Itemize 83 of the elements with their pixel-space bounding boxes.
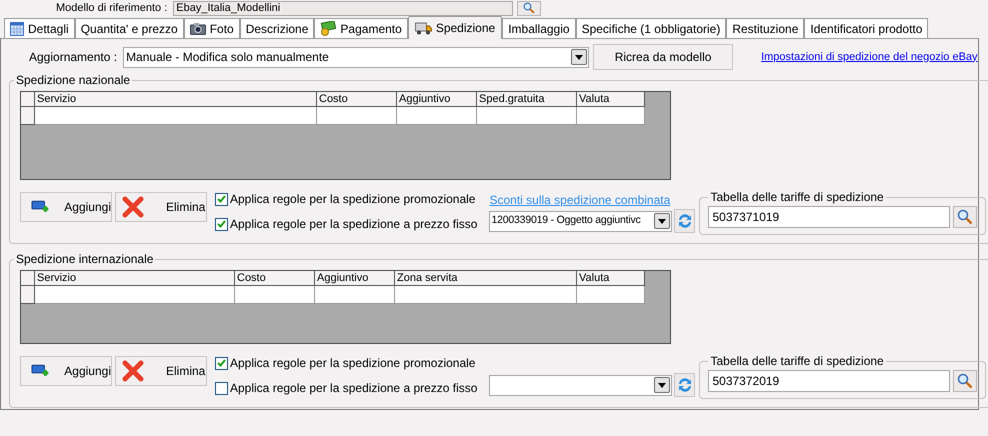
reference-model-field: Ebay_Italia_Modellini xyxy=(173,0,514,16)
cross-icon xyxy=(122,360,144,382)
table-cell[interactable] xyxy=(577,107,645,125)
table-cell[interactable] xyxy=(35,107,317,125)
tariff-field[interactable]: 5037372019 xyxy=(708,370,950,392)
dropdown-field[interactable] xyxy=(489,374,672,396)
tab[interactable]: Spedizione xyxy=(408,16,502,39)
tab[interactable]: Descrizione xyxy=(240,18,314,38)
tab[interactable]: Restituzione xyxy=(726,18,804,38)
tab[interactable]: Specifiche (1 obbligatorie) xyxy=(576,18,726,38)
tab[interactable]: Quantita' e prezzo xyxy=(74,18,184,38)
dropdown-button[interactable] xyxy=(571,49,588,65)
table-cell[interactable] xyxy=(317,107,397,125)
search-icon xyxy=(523,2,536,14)
checkbox-label: Applica regole per la spedizione promozionale xyxy=(230,191,476,208)
column-header[interactable]: Valuta xyxy=(577,92,645,107)
caret-icon xyxy=(658,382,666,388)
tab[interactable]: Foto xyxy=(184,18,240,38)
column-header[interactable]: Sped.gratuita xyxy=(477,92,577,107)
field-label: Aggiornamento : xyxy=(29,49,118,66)
group-title: Spedizione nazionale xyxy=(15,72,132,89)
table-cell[interactable] xyxy=(235,286,315,304)
checkbox[interactable] xyxy=(215,218,228,230)
table-cell[interactable] xyxy=(577,286,645,304)
camera-icon xyxy=(190,22,206,35)
search-button[interactable] xyxy=(953,206,978,228)
table-cell[interactable] xyxy=(395,286,577,304)
column-header[interactable]: Servizio xyxy=(35,92,317,107)
tab[interactable]: Dettagli xyxy=(4,18,75,38)
checkbox-label: Applica regole per la spedizione a prezzo fisso xyxy=(230,216,478,233)
group-title: Tabella delle tariffe di spedizione xyxy=(709,353,885,370)
check-icon xyxy=(217,195,226,203)
caret-icon xyxy=(658,218,666,224)
group-title: Spedizione internazionale xyxy=(15,251,154,268)
add-icon xyxy=(31,363,50,379)
add-icon xyxy=(31,199,50,215)
tariff-field[interactable]: 5037371019 xyxy=(708,206,950,228)
column-header[interactable]: Valuta xyxy=(577,271,645,286)
dropdown-button[interactable] xyxy=(654,213,670,229)
check-icon xyxy=(217,359,226,367)
tab[interactable]: Imballaggio xyxy=(502,18,576,38)
search-button[interactable] xyxy=(953,370,978,392)
dropdown-field[interactable]: 1200339019 - Oggetto aggiuntivc xyxy=(489,210,672,232)
column-header[interactable]: Costo xyxy=(235,271,315,286)
dropdown-button[interactable] xyxy=(654,377,670,393)
tab[interactable]: Identificatori prodotto xyxy=(804,18,928,38)
recreate-button[interactable]: Ricrea da modello xyxy=(593,44,734,70)
table-cell[interactable] xyxy=(397,107,477,125)
refresh-icon xyxy=(676,377,693,393)
store-settings-link[interactable]: Impostazioni di spedizione del negozio eBay xyxy=(761,48,978,66)
checkbox-label: Applica regole per la spedizione a prezzo fisso xyxy=(230,380,478,397)
field-label: Modello di riferimento : xyxy=(56,0,168,16)
check-icon xyxy=(217,220,226,228)
column-header[interactable]: Aggiuntivo xyxy=(397,92,477,107)
row-header-cell[interactable] xyxy=(21,107,35,125)
checkbox[interactable] xyxy=(215,382,228,394)
update-dropdown[interactable]: Manuale - Modifica solo manualmente xyxy=(123,46,590,68)
search-icon xyxy=(957,209,974,225)
cross-icon xyxy=(122,196,144,218)
group-title: Tabella delle tariffe di spedizione xyxy=(709,189,885,206)
search-icon xyxy=(957,373,974,389)
add-button[interactable]: Aggiungi xyxy=(20,356,112,386)
column-header[interactable]: Aggiuntivo xyxy=(315,271,395,286)
calendar-icon xyxy=(10,22,24,36)
table-cell[interactable] xyxy=(35,286,235,304)
checkbox-label: Applica regole per la spedizione promozionale xyxy=(230,355,476,372)
add-button[interactable]: Aggiungi xyxy=(20,192,112,222)
tab[interactable]: Pagamento xyxy=(314,18,408,38)
column-header[interactable]: Servizio xyxy=(35,271,235,286)
caret-icon xyxy=(575,54,584,60)
search-button[interactable] xyxy=(517,0,542,16)
column-header[interactable]: Costo xyxy=(317,92,397,107)
delete-button[interactable]: Elimina xyxy=(115,356,207,386)
refresh-icon xyxy=(676,213,693,229)
row-header-cell[interactable] xyxy=(21,286,35,304)
table-cell[interactable] xyxy=(477,107,577,125)
checkbox[interactable] xyxy=(215,192,228,206)
money-icon xyxy=(320,21,336,36)
table-cell[interactable] xyxy=(315,286,395,304)
delete-button[interactable]: Elimina xyxy=(115,192,207,222)
checkbox[interactable] xyxy=(215,356,228,370)
column-header[interactable]: Zona servita xyxy=(395,271,577,286)
truck-icon xyxy=(414,21,432,35)
